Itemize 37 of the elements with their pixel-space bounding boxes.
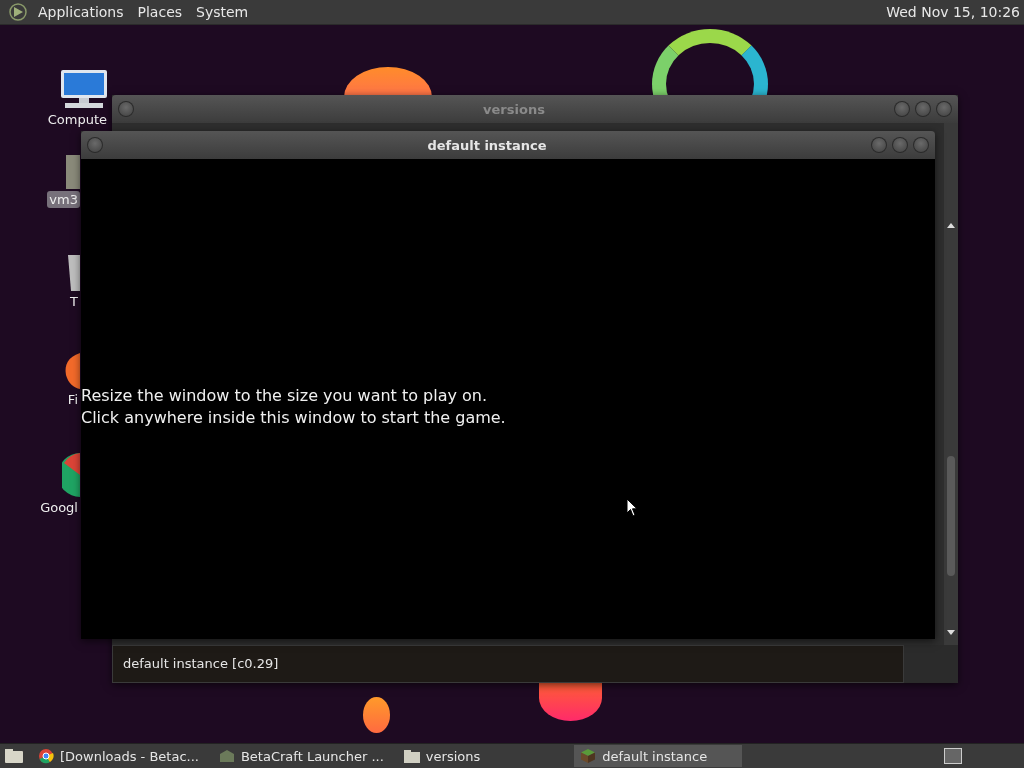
- status-text: default instance [c0.29]: [112, 645, 904, 683]
- desktop-icon-label[interactable]: Fi: [65, 391, 80, 408]
- distro-logo-icon[interactable]: [8, 2, 28, 22]
- desktop-icon-label[interactable]: Googl: [38, 499, 80, 516]
- taskbar-button[interactable]: default instance: [574, 745, 743, 767]
- maximize-button[interactable]: [915, 101, 931, 117]
- desktop-icon-label[interactable]: Compute: [45, 111, 109, 128]
- close-button[interactable]: [913, 137, 929, 153]
- window-menu-button[interactable]: [87, 137, 103, 153]
- window-title: versions: [482, 101, 546, 117]
- workspace-switcher[interactable]: [944, 748, 962, 764]
- desktop-icon-label[interactable]: T: [68, 293, 80, 310]
- panel-clock[interactable]: Wed Nov 15, 10:26: [886, 4, 1020, 20]
- maximize-button[interactable]: [892, 137, 908, 153]
- message-text: Resize the window to the size you want to play on.: [81, 384, 489, 407]
- scrollbar-thumb[interactable]: [947, 456, 955, 576]
- panel-menu[interactable]: Applications: [38, 4, 124, 20]
- window-menu-button[interactable]: [118, 101, 134, 117]
- desktop-icon-label[interactable]: vm3: [47, 191, 80, 208]
- mouse-cursor-icon: [626, 498, 638, 517]
- panel-menu[interactable]: Places: [137, 4, 183, 20]
- scrollbar[interactable]: [944, 123, 958, 645]
- close-button[interactable]: [936, 101, 952, 117]
- oval-shape: [363, 697, 390, 733]
- panel-menu[interactable]: System: [196, 4, 249, 20]
- minimize-button[interactable]: [894, 101, 910, 117]
- message-text: Click anywhere inside this window to start the game.: [81, 406, 506, 429]
- game-canvas[interactable]: Resize the window to the size you want to play on. Click anywhere inside this window to start the game.: [81, 159, 935, 639]
- taskbar-button[interactable]: BetaCraft Launcher ...: [212, 745, 390, 767]
- show-desktop-icon[interactable]: [4, 748, 24, 764]
- taskbar-button[interactable]: versions: [397, 745, 487, 767]
- window-title: default instance: [426, 137, 548, 153]
- computer-icon[interactable]: [59, 69, 109, 109]
- launcher-icon: [218, 748, 235, 764]
- grass-block-icon: [580, 748, 597, 764]
- minimize-button[interactable]: [871, 137, 887, 153]
- taskbar-button[interactable]: [Downloads - Betac...: [32, 745, 205, 767]
